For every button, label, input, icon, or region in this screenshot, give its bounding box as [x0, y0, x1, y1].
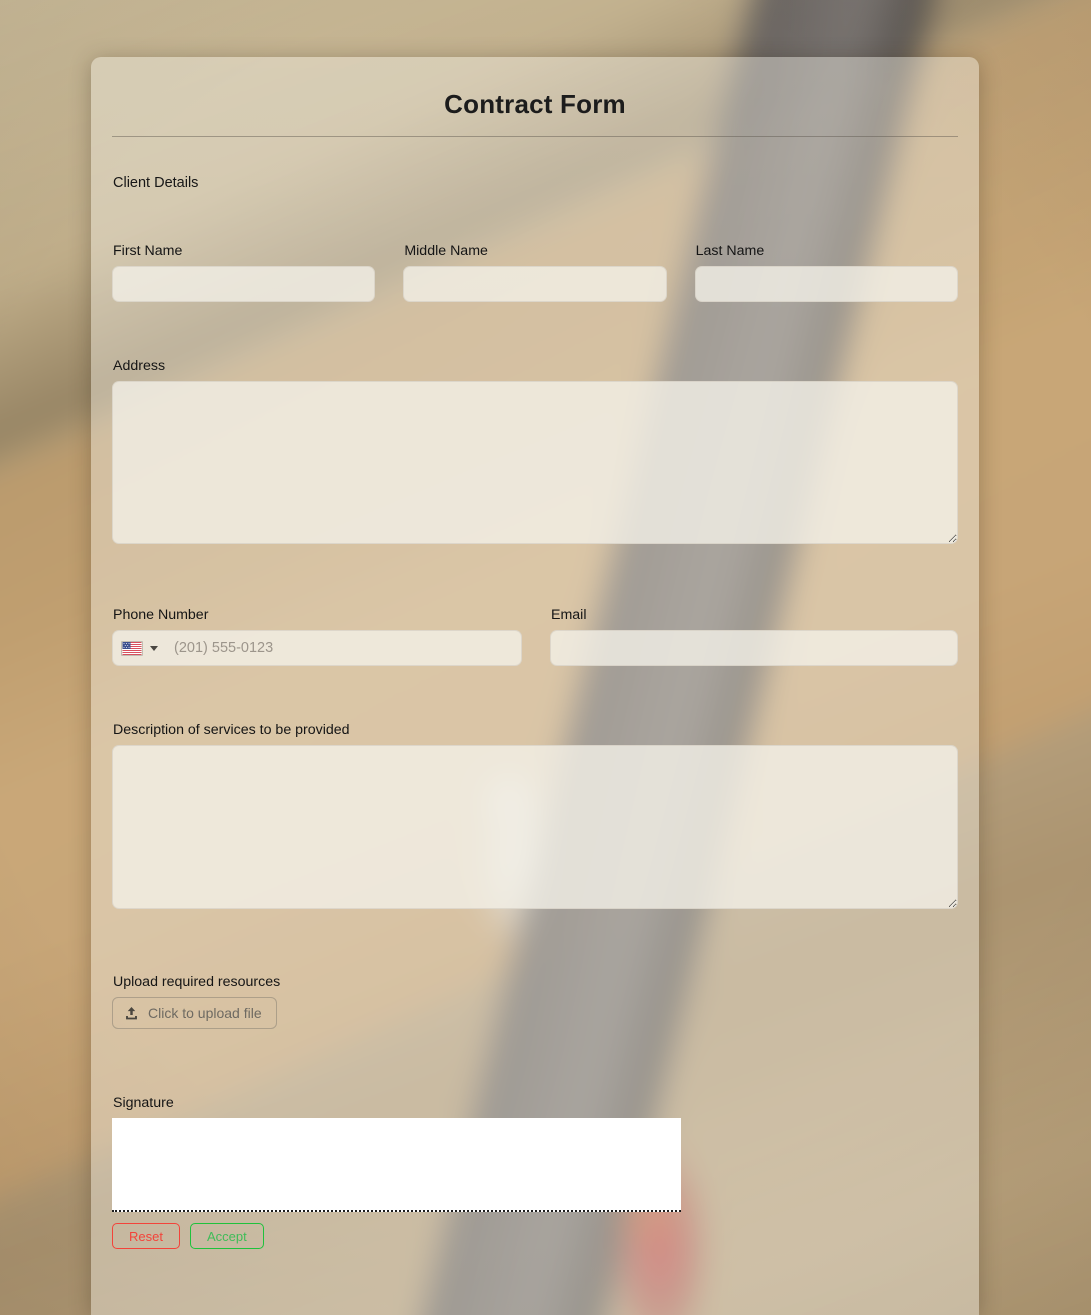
phone-input-wrapper [112, 630, 522, 666]
middle-name-input[interactable] [403, 266, 667, 302]
services-label: Description of services to be provided [113, 722, 350, 738]
address-textarea[interactable] [112, 381, 958, 544]
contact-fields-row: Phone Number (201) 555-0123 Email [112, 607, 958, 666]
address-field-group: Address [112, 358, 958, 549]
signature-canvas[interactable] [112, 1118, 681, 1212]
upload-file-button[interactable]: Click to upload file [112, 997, 277, 1029]
upload-label: Upload required resources [113, 974, 281, 990]
page-title: Contract Form [444, 89, 626, 119]
chevron-down-icon [150, 645, 158, 651]
phone-label: Phone Number [113, 607, 209, 623]
signature-accept-button[interactable]: Accept [189, 1223, 264, 1249]
email-field-group: Email [550, 607, 958, 666]
middle-name-field-group: Middle Name [403, 243, 667, 302]
signature-actions: Reset Accept [112, 1223, 958, 1249]
address-label: Address [113, 358, 166, 374]
page-background: Contract Form Client Details First Name … [0, 0, 1091, 1315]
first-name-input[interactable] [112, 266, 376, 302]
upload-field-group: Upload required resources Click to uploa… [112, 974, 958, 1029]
phone-field-group: Phone Number [112, 607, 522, 666]
us-flag-icon [121, 640, 143, 656]
signature-label: Signature [113, 1095, 174, 1111]
title-divider [112, 136, 958, 137]
section-heading-client-details: Client Details [113, 175, 199, 191]
signature-reset-button[interactable]: Reset [112, 1223, 180, 1249]
last-name-field-group: Last Name [694, 243, 958, 302]
country-selector[interactable] [121, 640, 164, 656]
last-name-input[interactable] [694, 266, 958, 302]
first-name-label: First Name [113, 243, 183, 259]
upload-icon [126, 1006, 137, 1019]
contract-form-card: Contract Form Client Details First Name … [91, 57, 979, 1315]
signature-field-group: Signature Reset Accept [112, 1095, 958, 1249]
middle-name-label: Middle Name [404, 243, 488, 259]
first-name-field-group: First Name [112, 243, 376, 302]
name-fields-row: First Name Middle Name Last Name [112, 243, 958, 302]
email-label: Email [551, 607, 587, 623]
email-input[interactable] [550, 630, 958, 666]
phone-number-input[interactable] [164, 631, 521, 665]
services-field-group: Description of services to be provided [112, 722, 958, 914]
upload-button-label: Click to upload file [148, 1005, 262, 1021]
last-name-label: Last Name [695, 243, 765, 259]
services-textarea[interactable] [112, 745, 958, 909]
